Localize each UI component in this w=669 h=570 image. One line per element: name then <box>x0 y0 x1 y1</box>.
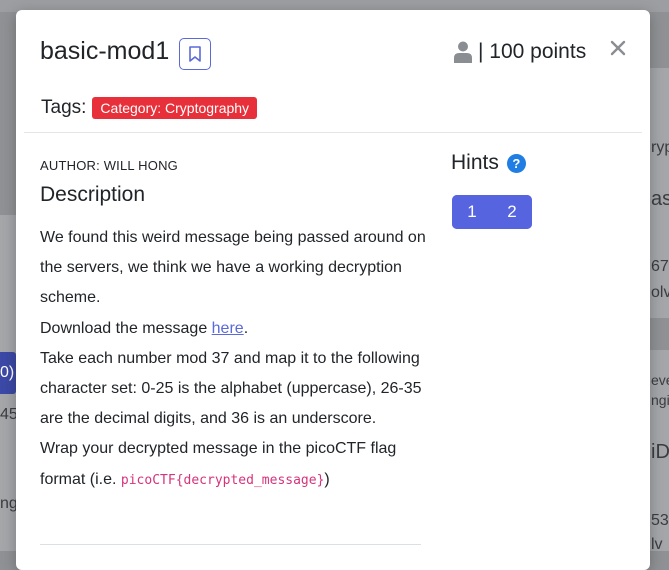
description-text: ) <box>324 470 330 488</box>
hints-heading-row: Hints ? <box>451 151 526 175</box>
points-label: | 100 points <box>478 40 587 63</box>
background-text: 67 <box>651 258 669 275</box>
description-text: Download the message <box>40 319 212 337</box>
flag-format-code: picoCTF{decrypted_message} <box>120 472 325 488</box>
hints-heading: Hints <box>451 151 499 174</box>
section-divider <box>40 544 421 545</box>
description-text: . <box>243 319 249 337</box>
description-body: We found this weird message being passed… <box>40 223 430 496</box>
background-text: ryp <box>651 139 669 156</box>
background-text: iD <box>651 441 669 463</box>
description-paragraph: Wrap your decrypted message in the picoC… <box>40 434 430 495</box>
bookmark-button[interactable] <box>179 38 211 70</box>
hint-button-group: 1 2 <box>452 195 532 229</box>
hint-button-1[interactable]: 1 <box>452 195 492 229</box>
close-icon <box>610 40 626 56</box>
category-badge[interactable]: Category: Cryptography <box>92 97 258 119</box>
bookmark-icon <box>189 46 201 62</box>
user-icon <box>454 41 472 63</box>
background-text: lv <box>651 536 663 553</box>
description-heading: Description <box>40 183 146 206</box>
description-paragraph: Download the message here. <box>40 314 430 344</box>
description-paragraph: We found this weird message being passed… <box>40 229 426 307</box>
author-label: AUTHOR: WILL HONG <box>40 158 178 173</box>
description-paragraph: Take each number mod 37 and map it to th… <box>40 349 422 428</box>
background-text: eve <box>651 372 669 388</box>
background-text: 0) <box>0 364 15 381</box>
background-text: as <box>651 188 669 210</box>
question-circle-icon[interactable]: ? <box>506 153 526 173</box>
challenge-title: basic-mod1 <box>40 37 170 65</box>
tags-row: Tags: Category: Cryptography <box>41 97 258 119</box>
download-message-link[interactable]: here <box>212 320 244 337</box>
points-display: | 100 points <box>454 40 586 64</box>
close-button[interactable] <box>606 36 630 60</box>
header-divider <box>24 132 642 133</box>
background-text: ngi <box>651 392 669 408</box>
hint-button-2[interactable]: 2 <box>492 195 532 229</box>
challenge-modal: basic-mod1 | 100 points Tags: Category: … <box>16 10 650 570</box>
tags-label: Tags: <box>41 97 87 118</box>
background-text: 53 <box>651 512 669 529</box>
background-text: olv <box>651 284 669 301</box>
